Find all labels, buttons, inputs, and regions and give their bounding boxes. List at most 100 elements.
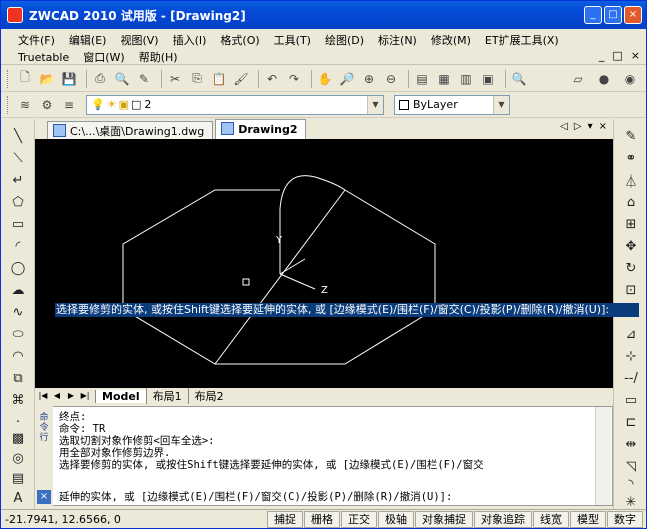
menu-tools[interactable]: 工具(T) [267,32,318,48]
rotate-icon[interactable]: ↻ [622,259,640,277]
paste-icon[interactable]: 📋 [210,70,228,88]
doc-minimize-button[interactable]: _ [599,49,605,62]
prev-layout-icon[interactable]: ◀ [51,390,63,402]
snap-toggle[interactable]: 捕捉 [267,510,303,528]
grid-toggle[interactable]: 栅格 [304,510,340,528]
linetype-dropdown[interactable]: ByLayer ▼ [394,94,510,115]
layer-state-icon[interactable]: ⚙ [38,96,56,114]
ellipse-icon[interactable]: ⬭ [9,325,27,343]
tab-close-icon[interactable]: × [599,121,607,132]
command-scrollbar[interactable] [595,407,611,505]
line-icon[interactable]: ╲ [9,127,27,145]
mirror-icon[interactable]: ⏃ [622,171,640,190]
tab-model[interactable]: Model [95,389,146,403]
undo-icon[interactable]: ↶ [263,70,281,88]
toolbar-grip-2[interactable] [7,95,10,114]
polyline-icon[interactable]: ↵ [9,171,27,189]
menu-window[interactable]: 窗口(W) [76,49,131,65]
chamfer-icon[interactable]: ◹ [622,457,640,475]
drawing-canvas[interactable]: Y Z [35,139,613,388]
pan-icon[interactable]: ✋ [316,70,334,88]
tab-layout1[interactable]: 布局1 [145,388,188,404]
ortho-toggle[interactable]: 正交 [341,510,377,528]
tab-drawing2[interactable]: Drawing2 [215,119,307,139]
publish-icon[interactable]: ✎ [135,70,153,88]
print-icon[interactable]: ⎙ [91,70,109,88]
digitizer-toggle[interactable]: 数字 [607,510,643,528]
zoom-window-icon[interactable]: ⊕ [360,70,378,88]
make-block-icon[interactable]: ⌘ [9,391,27,409]
design-center-icon[interactable]: ▦ [435,70,453,88]
circle-icon[interactable]: ◯ [9,259,27,277]
copy-icon[interactable]: ⎘ [188,70,206,88]
render-icon[interactable]: ◉ [621,70,639,88]
polygon-icon[interactable]: ⬠ [9,193,27,211]
extend-icon[interactable]: --/ [622,369,640,387]
menu-help[interactable]: 帮助(H) [132,49,185,65]
minimize-button[interactable]: _ [584,6,602,24]
last-layout-icon[interactable]: ▶| [79,390,91,402]
open-file-icon[interactable]: 📂 [38,70,56,88]
fillet-icon[interactable]: ◝ [622,475,640,493]
ellipse-arc-icon[interactable]: ◠ [9,347,27,365]
maximize-button[interactable]: □ [604,6,622,24]
zoom-previous-icon[interactable]: ⊖ [382,70,400,88]
construction-line-icon[interactable]: ⟍ [9,149,27,167]
hatch-icon[interactable]: ▩ [9,429,27,447]
table-icon[interactable]: ▤ [9,469,27,487]
doc-close-button[interactable]: × [631,49,640,62]
zoom-realtime-icon[interactable]: 🔎 [338,70,356,88]
next-layout-icon[interactable]: ▶ [65,390,77,402]
menu-et-tools[interactable]: ET扩展工具(X) [478,32,566,48]
new-file-icon[interactable]: 🗋 [16,70,34,88]
3d-box-icon[interactable]: ▱ [569,70,587,88]
layer-dropdown[interactable]: 💡 ☀ ▣ □ 2 ▼ [86,94,384,115]
save-icon[interactable]: 💾 [60,70,78,88]
polar-toggle[interactable]: 极轴 [378,510,414,528]
spline-icon[interactable]: ∿ [9,303,27,321]
help-search-icon[interactable]: 🔍 [510,70,528,88]
osnap-toggle[interactable]: 对象捕捉 [415,510,473,528]
join-icon[interactable]: ⇹ [622,435,640,453]
trim-icon[interactable]: ⊹ [622,347,640,365]
menu-modify[interactable]: 修改(M) [424,32,478,48]
tab-scroll-left-icon[interactable]: ◁ [560,121,568,132]
break-at-point-icon[interactable]: ⊏ [622,413,640,431]
close-icon[interactable]: × [37,490,51,504]
menu-file[interactable]: 文件(F) [11,32,62,48]
otrack-toggle[interactable]: 对象追踪 [474,510,532,528]
menu-draw[interactable]: 绘图(D) [318,32,371,48]
shade-icon[interactable]: ● [595,70,613,88]
offset-icon[interactable]: ⌂ [622,193,640,211]
lineweight-toggle[interactable]: 线宽 [533,510,569,528]
match-properties-icon[interactable]: 🖌 [232,70,250,88]
calculator-icon[interactable]: ▣ [479,70,497,88]
insert-block-icon[interactable]: ⧉ [9,369,27,387]
model-toggle[interactable]: 模型 [570,510,606,528]
tab-scroll-right-icon[interactable]: ▷ [574,121,582,132]
rectangle-icon[interactable]: ▭ [9,215,27,233]
chevron-down-icon[interactable]: ▼ [493,95,509,114]
doc-restore-button[interactable]: □ [612,49,622,62]
toolbar-grip[interactable] [7,69,10,88]
chevron-down-icon[interactable]: ▼ [367,95,383,114]
array-icon[interactable]: ⊞ [622,215,640,233]
properties-icon[interactable]: ▤ [413,70,431,88]
close-button[interactable]: × [624,6,642,24]
break-icon[interactable]: ▭ [622,391,640,409]
region-icon[interactable]: ◎ [9,449,27,467]
lengthen-icon[interactable]: ⊿ [622,325,640,343]
layer-previous-icon[interactable]: ≡ [60,96,78,114]
tab-drawing1[interactable]: C:\...\桌面\Drawing1.dwg [47,121,214,139]
tab-layout2[interactable]: 布局2 [187,388,230,404]
tool-palette-icon[interactable]: ▥ [457,70,475,88]
tab-list-icon[interactable]: ▾ [588,121,593,132]
menu-edit[interactable]: 编辑(E) [62,32,114,48]
command-input[interactable]: 延伸的实体, 或 [边缘模式(E)/围栏(F)/窗交(C)/投影(P)/删除(R… [59,490,589,504]
menu-dimension[interactable]: 标注(N) [371,32,424,48]
layer-manager-icon[interactable]: ≋ [16,96,34,114]
scale-icon[interactable]: ⊡ [622,281,640,299]
erase-icon[interactable]: ✎ [622,127,640,145]
redo-icon[interactable]: ↷ [285,70,303,88]
first-layout-icon[interactable]: |◀ [37,390,49,402]
